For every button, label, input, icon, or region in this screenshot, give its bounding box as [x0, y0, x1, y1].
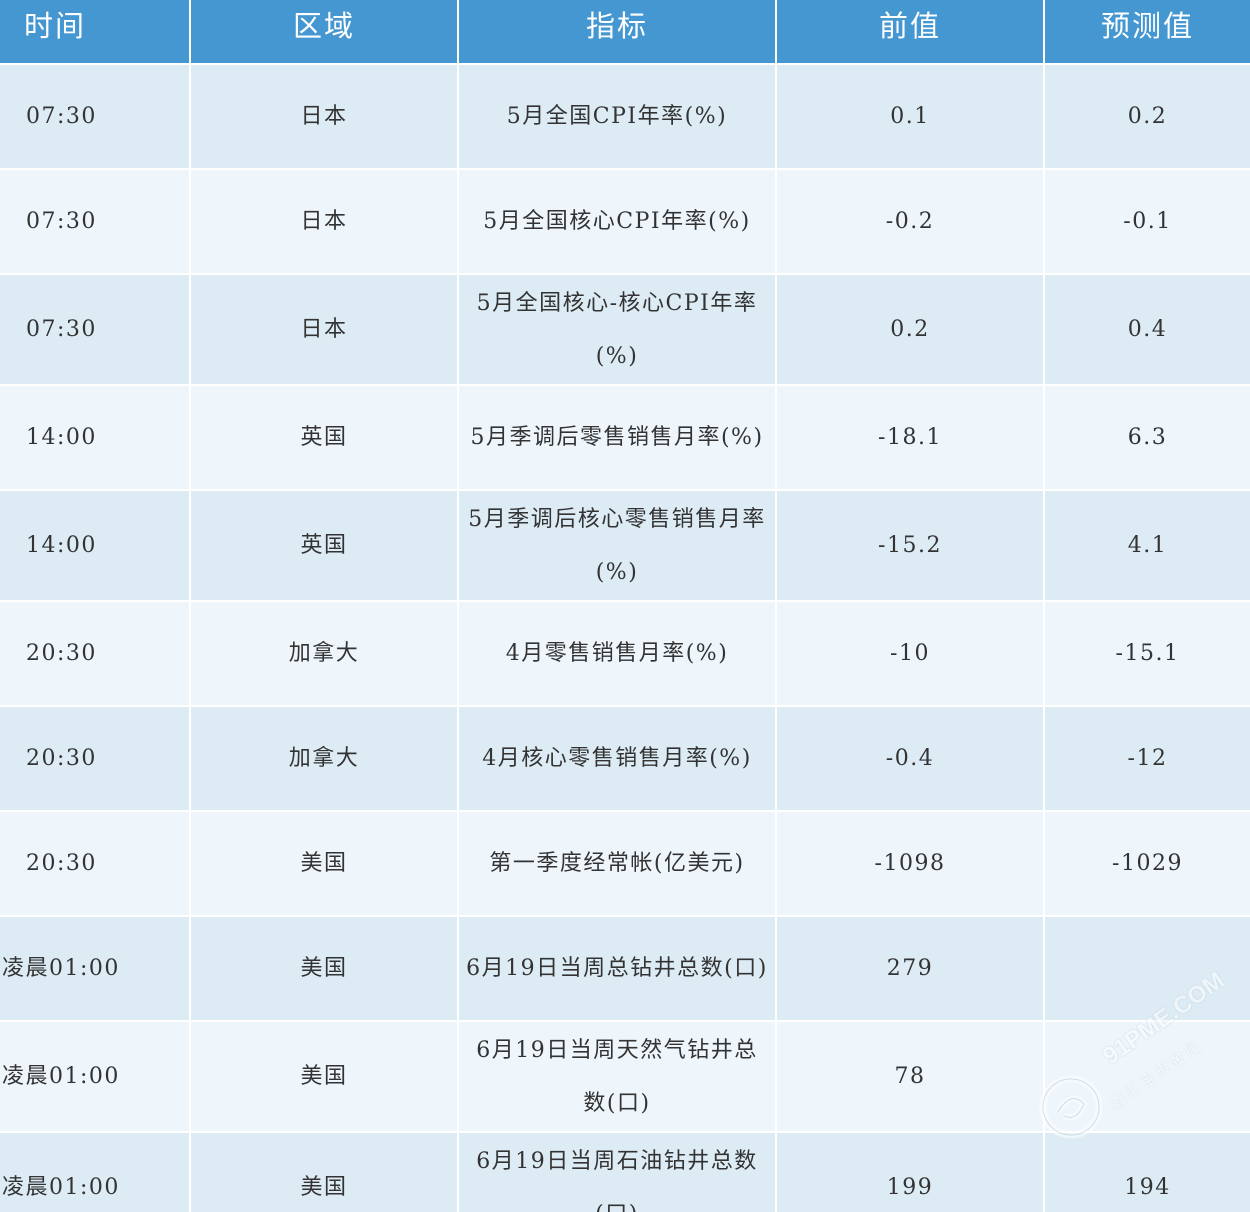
- cell-region: 英国: [191, 489, 459, 600]
- cell-region: 日本: [191, 63, 459, 168]
- cell-previous: 199: [777, 1131, 1045, 1212]
- economic-calendar: 时间 区域 指标 前值 预测值 07:30 日本 5月全国CPI年率(%) 0.…: [0, 0, 1250, 1212]
- cell-forecast: 0.2: [1045, 63, 1250, 168]
- cell-region: 美国: [191, 1131, 459, 1212]
- cell-time: 20:30: [0, 705, 191, 810]
- table-row: 07:30 日本 5月全国核心CPI年率(%) -0.2 -0.1: [0, 168, 1250, 273]
- cell-forecast: 0.4: [1045, 273, 1250, 384]
- cell-indicator: 6月19日当周总钻井总数(口): [459, 915, 777, 1020]
- cell-region: 英国: [191, 384, 459, 489]
- header-indicator: 指标: [459, 0, 777, 63]
- cell-time: 20:30: [0, 810, 191, 915]
- cell-time: 14:00: [0, 489, 191, 600]
- cell-region: 加拿大: [191, 600, 459, 705]
- cell-region: 美国: [191, 915, 459, 1020]
- cell-previous: -0.4: [777, 705, 1045, 810]
- cell-forecast: -0.1: [1045, 168, 1250, 273]
- cell-forecast: -15.1: [1045, 600, 1250, 705]
- cell-time: 凌晨01:00: [0, 1020, 191, 1131]
- cell-region: 加拿大: [191, 705, 459, 810]
- cell-previous: -0.2: [777, 168, 1045, 273]
- cell-forecast: -12: [1045, 705, 1250, 810]
- header-region: 区域: [191, 0, 459, 63]
- table-row: 凌晨01:00 美国 6月19日当周总钻井总数(口) 279: [0, 915, 1250, 1020]
- cell-indicator: 6月19日当周天然气钻井总数(口): [459, 1020, 777, 1131]
- table-row: 07:30 日本 5月全国CPI年率(%) 0.1 0.2: [0, 63, 1250, 168]
- cell-indicator: 4月零售销售月率(%): [459, 600, 777, 705]
- cell-time: 14:00: [0, 384, 191, 489]
- cell-indicator: 5月全国CPI年率(%): [459, 63, 777, 168]
- cell-time: 07:30: [0, 273, 191, 384]
- cell-previous: 0.2: [777, 273, 1045, 384]
- cell-previous: 0.1: [777, 63, 1045, 168]
- cell-time: 07:30: [0, 168, 191, 273]
- cell-time: 07:30: [0, 63, 191, 168]
- table-row: 07:30 日本 5月全国核心-核心CPI年率(%) 0.2 0.4: [0, 273, 1250, 384]
- table-row: 凌晨01:00 美国 6月19日当周天然气钻井总数(口) 78: [0, 1020, 1250, 1131]
- cell-forecast: 6.3: [1045, 384, 1250, 489]
- cell-region: 美国: [191, 810, 459, 915]
- header-time: 时间: [0, 0, 191, 63]
- cell-previous: 279: [777, 915, 1045, 1020]
- header-previous: 前值: [777, 0, 1045, 63]
- cell-previous: -10: [777, 600, 1045, 705]
- cell-forecast: [1045, 1020, 1250, 1131]
- cell-region: 日本: [191, 273, 459, 384]
- cell-indicator: 5月全国核心CPI年率(%): [459, 168, 777, 273]
- cell-forecast: [1045, 915, 1250, 1020]
- cell-region: 美国: [191, 1020, 459, 1131]
- cell-previous: -1098: [777, 810, 1045, 915]
- cell-indicator: 5月季调后核心零售销售月率(%): [459, 489, 777, 600]
- table-row: 20:30 加拿大 4月零售销售月率(%) -10 -15.1: [0, 600, 1250, 705]
- cell-indicator: 6月19日当周石油钻井总数(口): [459, 1131, 777, 1212]
- header-forecast: 预测值: [1045, 0, 1250, 63]
- table-row: 14:00 英国 5月季调后零售销售月率(%) -18.1 6.3: [0, 384, 1250, 489]
- cell-indicator: 5月全国核心-核心CPI年率(%): [459, 273, 777, 384]
- table-row: 20:30 加拿大 4月核心零售销售月率(%) -0.4 -12: [0, 705, 1250, 810]
- cell-time: 凌晨01:00: [0, 1131, 191, 1212]
- cell-indicator: 4月核心零售销售月率(%): [459, 705, 777, 810]
- calendar-table: 时间 区域 指标 前值 预测值 07:30 日本 5月全国CPI年率(%) 0.…: [0, 0, 1250, 1212]
- cell-previous: -15.2: [777, 489, 1045, 600]
- table-row: 凌晨01:00 美国 6月19日当周石油钻井总数(口) 199 194: [0, 1131, 1250, 1212]
- cell-indicator: 5月季调后零售销售月率(%): [459, 384, 777, 489]
- cell-previous: -18.1: [777, 384, 1045, 489]
- cell-time: 20:30: [0, 600, 191, 705]
- cell-forecast: 194: [1045, 1131, 1250, 1212]
- header-row: 时间 区域 指标 前值 预测值: [0, 0, 1250, 63]
- cell-time: 凌晨01:00: [0, 915, 191, 1020]
- cell-indicator: 第一季度经常帐(亿美元): [459, 810, 777, 915]
- cell-previous: 78: [777, 1020, 1045, 1131]
- table-row: 14:00 英国 5月季调后核心零售销售月率(%) -15.2 4.1: [0, 489, 1250, 600]
- table-row: 20:30 美国 第一季度经常帐(亿美元) -1098 -1029: [0, 810, 1250, 915]
- cell-forecast: -1029: [1045, 810, 1250, 915]
- cell-region: 日本: [191, 168, 459, 273]
- cell-forecast: 4.1: [1045, 489, 1250, 600]
